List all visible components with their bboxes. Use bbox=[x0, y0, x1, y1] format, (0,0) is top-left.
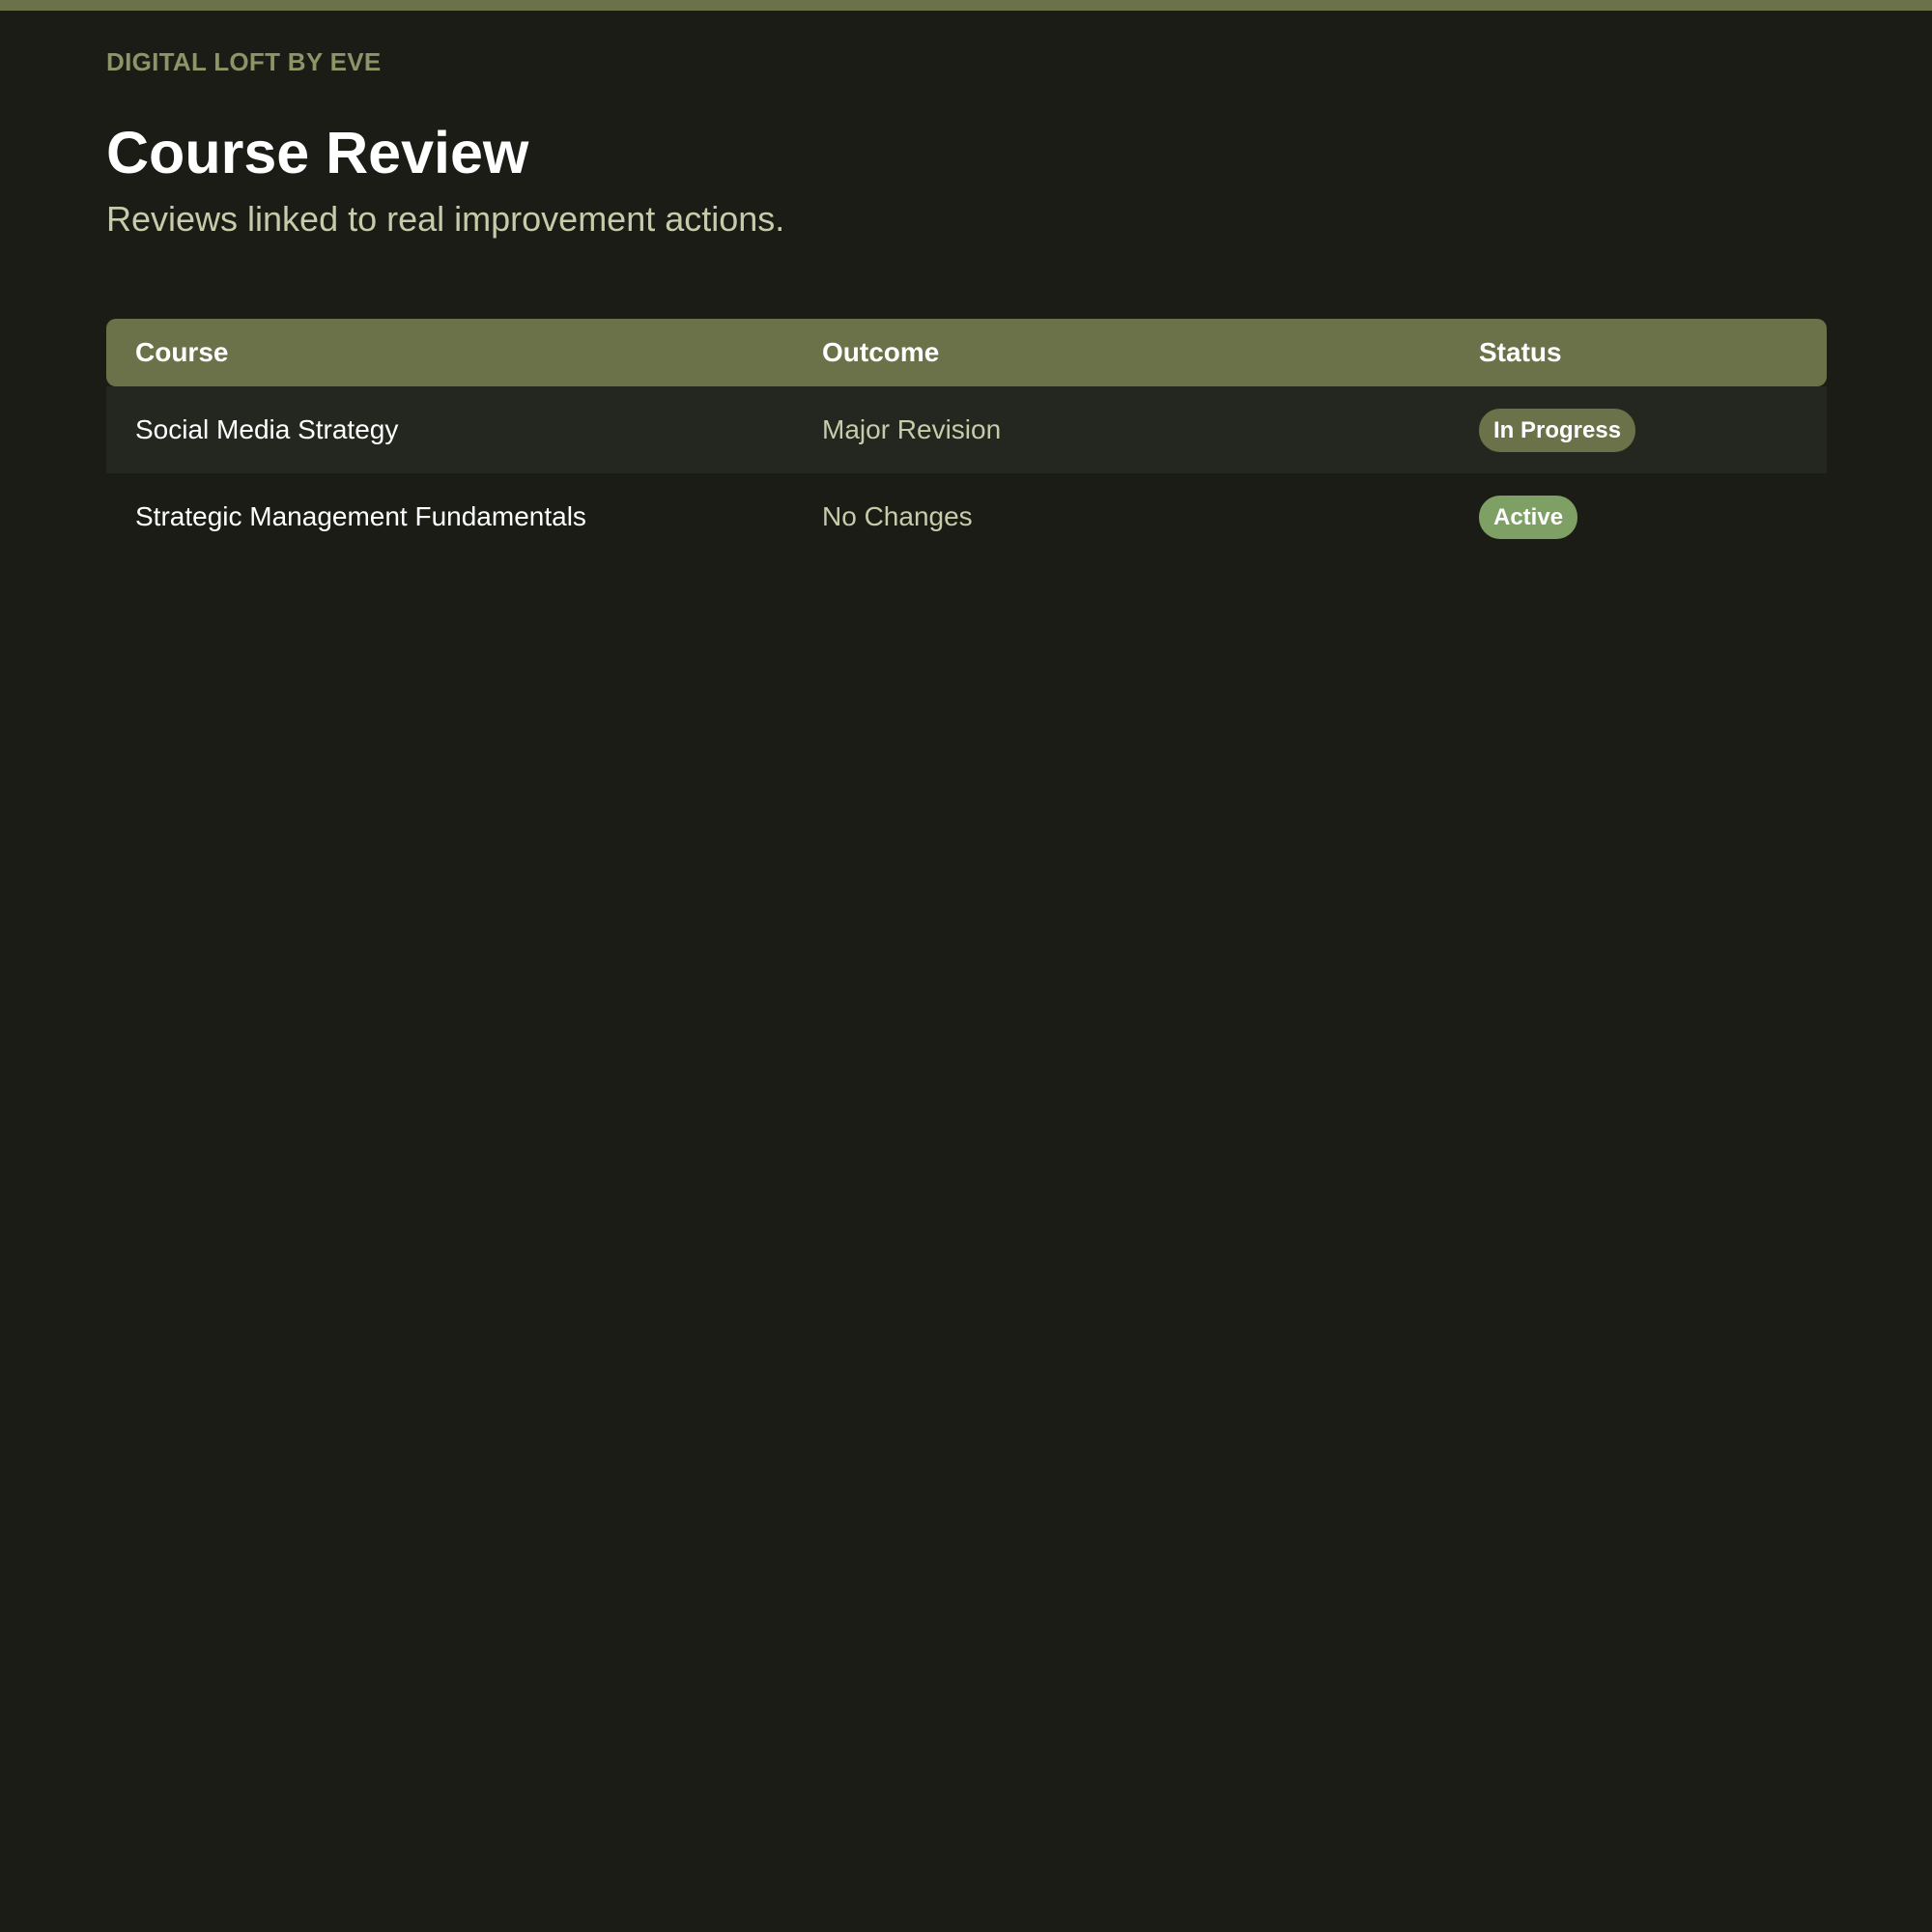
top-accent-bar bbox=[0, 0, 1932, 11]
outcome-cell: No Changes bbox=[822, 501, 973, 531]
outcome-cell: Major Revision bbox=[822, 414, 1002, 444]
page-subtitle: Reviews linked to real improvement actio… bbox=[106, 199, 785, 239]
column-header-status[interactable]: Status bbox=[1450, 319, 1827, 386]
course-cell: Social Media Strategy bbox=[135, 414, 399, 444]
status-cell: In Progress bbox=[1450, 386, 1827, 473]
status-badge: Active bbox=[1479, 495, 1578, 539]
course-cell: Strategic Management Fundamentals bbox=[135, 501, 586, 531]
column-header-course[interactable]: Course bbox=[106, 319, 793, 386]
column-header-outcome[interactable]: Outcome bbox=[793, 319, 1450, 386]
table-header-row: Course Outcome Status bbox=[106, 319, 1827, 386]
status-badge: In Progress bbox=[1479, 408, 1636, 452]
course-review-table: Course Outcome Status Social Media Strat… bbox=[106, 319, 1827, 560]
brand-name: DIGITAL LOFT BY EVE bbox=[106, 47, 382, 76]
table-row[interactable]: Social Media Strategy Major Revision In … bbox=[106, 386, 1827, 473]
page-title: Course Review bbox=[106, 120, 529, 185]
status-cell: Active bbox=[1450, 473, 1827, 560]
table-row[interactable]: Strategic Management Fundamentals No Cha… bbox=[106, 473, 1827, 560]
